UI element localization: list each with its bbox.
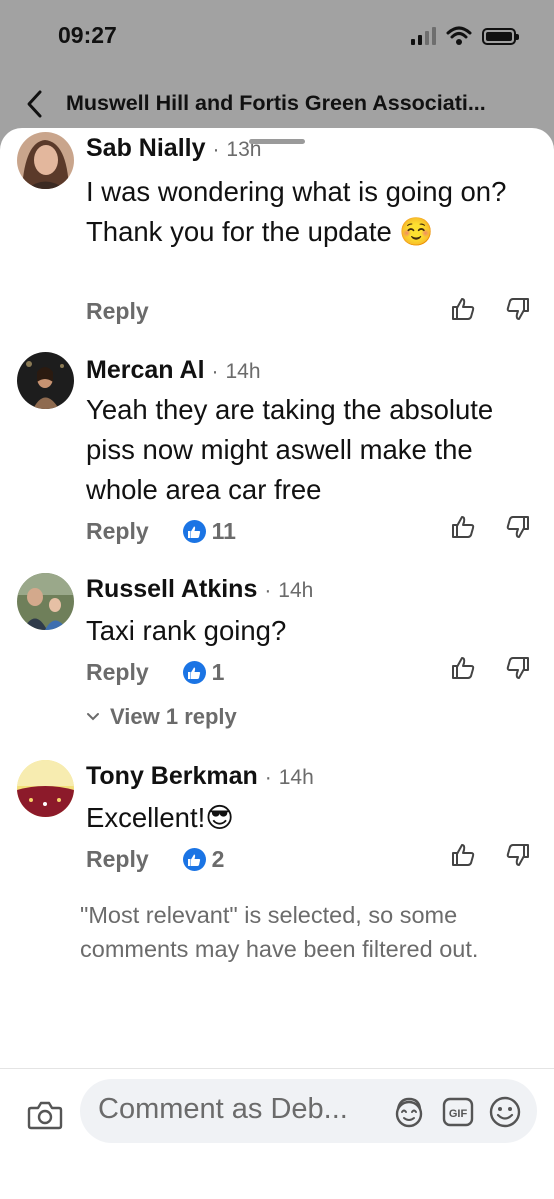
filter-note: "Most relevant" is selected, so some com…	[80, 902, 479, 962]
comment-timestamp: 14h	[278, 579, 314, 602]
dislike-outline-icon[interactable]	[505, 514, 531, 540]
reply-button[interactable]: Reply	[86, 659, 149, 686]
avatar[interactable]	[17, 760, 74, 817]
view-replies-label: View 1 reply	[110, 704, 237, 729]
reaction-count: 1	[211, 659, 225, 685]
avatar[interactable]	[17, 352, 74, 409]
status-icons	[411, 26, 519, 46]
comment-text: Yeah they are taking the absolute piss n…	[86, 394, 494, 505]
reaction-summary[interactable]: 11	[182, 518, 236, 545]
like-outline-icon[interactable]	[450, 842, 476, 868]
like-badge-icon	[182, 520, 206, 543]
page-title: Muswell Hill and Fortis Green Associati.…	[66, 91, 486, 115]
chevron-down-icon	[87, 713, 99, 721]
commenter-name[interactable]: Tony Berkman	[86, 762, 258, 790]
grab-handle[interactable]	[249, 139, 305, 144]
gif-icon[interactable]: GIF	[442, 1097, 474, 1127]
camera-icon[interactable]	[27, 1099, 63, 1131]
svg-text:GIF: GIF	[449, 1108, 468, 1120]
avatar[interactable]	[17, 573, 74, 630]
avatar-sticker-icon[interactable]	[392, 1095, 426, 1129]
commenter-name[interactable]: Mercan Al	[86, 356, 205, 384]
reaction-count: 11	[211, 518, 236, 544]
commenter-name[interactable]: Russell Atkins	[86, 575, 257, 603]
reply-button[interactable]: Reply	[86, 518, 149, 545]
status-bar: 09:27	[0, 0, 554, 72]
comment-text: Taxi rank going?	[86, 615, 287, 646]
dislike-outline-icon[interactable]	[505, 296, 531, 322]
comments-sheet: Sab Nially · 13h I was wondering what is…	[0, 128, 554, 1199]
reaction-count: 2	[211, 846, 225, 872]
emoji-icon[interactable]	[488, 1095, 522, 1129]
reply-button[interactable]: Reply	[86, 298, 149, 325]
comment-timestamp: 14h	[278, 766, 314, 789]
dislike-outline-icon[interactable]	[505, 655, 531, 681]
cellular-signal-icon	[411, 27, 436, 45]
like-outline-icon[interactable]	[450, 655, 476, 681]
comment-placeholder: Comment as Deb...	[98, 1093, 348, 1125]
status-time: 09:27	[58, 22, 117, 48]
reply-button[interactable]: Reply	[86, 846, 149, 873]
header: Muswell Hill and Fortis Green Associati.…	[0, 80, 554, 128]
dislike-outline-icon[interactable]	[505, 842, 531, 868]
battery-icon	[482, 27, 519, 45]
reaction-summary[interactable]: 2	[182, 846, 225, 873]
comment-text: I was wondering what is going on? Thank …	[86, 176, 507, 247]
comment-composer: Comment as Deb... GIF	[0, 1068, 554, 1199]
like-outline-icon[interactable]	[450, 514, 476, 540]
view-replies-link[interactable]: View 1 reply	[86, 704, 237, 730]
like-outline-icon[interactable]	[450, 296, 476, 322]
like-badge-icon	[182, 661, 206, 684]
reaction-summary[interactable]: 1	[182, 659, 225, 686]
comment-input[interactable]: Comment as Deb... GIF	[80, 1079, 537, 1143]
comment-text: Excellent!😎	[86, 802, 234, 833]
like-badge-icon	[182, 848, 206, 871]
back-chevron-icon[interactable]	[22, 88, 50, 120]
avatar[interactable]	[17, 132, 74, 189]
comment-timestamp: 14h	[225, 360, 261, 383]
wifi-icon	[446, 26, 472, 45]
commenter-name[interactable]: Sab Nially	[86, 134, 206, 162]
